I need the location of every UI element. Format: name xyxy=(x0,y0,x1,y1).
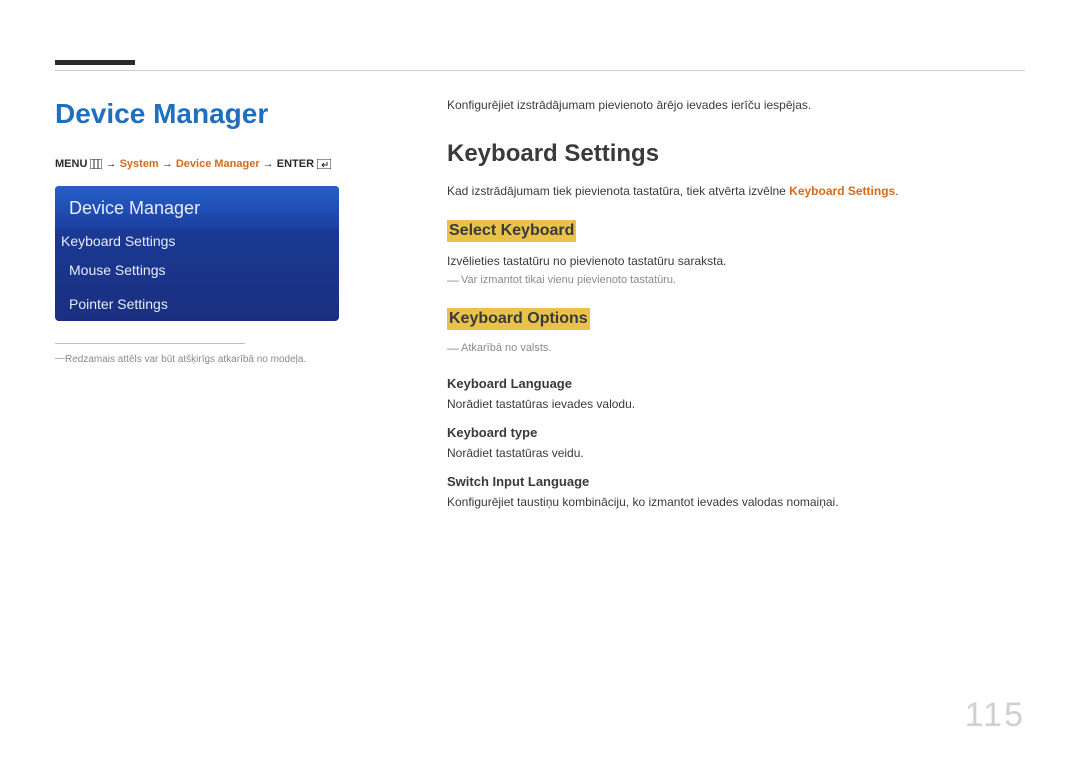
keyboard-options-heading: Keyboard Options xyxy=(447,308,590,330)
content-columns: Device Manager MENU → System → Device Ma… xyxy=(55,98,1025,509)
menu-item-mouse-settings[interactable]: Mouse Settings xyxy=(55,253,339,287)
device-manager-panel: Device Manager Keyboard Settings Mouse S… xyxy=(55,186,339,321)
keyboard-type-heading: Keyboard type xyxy=(447,425,1025,440)
desc-keyword: Keyboard Settings xyxy=(789,184,895,198)
keyboard-settings-heading: Keyboard Settings xyxy=(447,140,1025,168)
keyboard-language-heading: Keyboard Language xyxy=(447,376,1025,391)
keyboard-language-desc: Norādiet tastatūras ievades valodu. xyxy=(447,397,1025,411)
keyboard-options-section: Keyboard Options Atkarībā no valsts. Key… xyxy=(447,308,1025,509)
panel-header: Device Manager xyxy=(55,186,339,229)
footnote-rule xyxy=(55,343,245,344)
breadcrumb: MENU → System → Device Manager → ENTER xyxy=(55,158,395,172)
manual-page: Device Manager MENU → System → Device Ma… xyxy=(0,0,1080,763)
page-number: 115 xyxy=(965,696,1025,735)
switch-input-language-desc: Konfigurējiet taustiņu kombināciju, ko i… xyxy=(447,495,1025,509)
breadcrumb-system: System xyxy=(120,158,159,170)
select-keyboard-note: Var izmantot tikai vienu pievienoto tast… xyxy=(447,274,1025,286)
breadcrumb-enter: ENTER xyxy=(277,158,314,170)
menu-item-label: Pointer Settings xyxy=(69,296,168,312)
menu-item-label: Mouse Settings xyxy=(69,262,166,278)
menu-item-pointer-settings[interactable]: Pointer Settings xyxy=(55,287,339,321)
menu-item-label: Keyboard Settings xyxy=(61,233,333,249)
model-disclaimer-footnote: Redzamais attēls var būt atšķirīgs atkar… xyxy=(55,354,395,365)
page-title: Device Manager xyxy=(55,98,395,130)
breadcrumb-arrow: → xyxy=(106,158,117,170)
keyboard-options-note: Atkarībā no valsts. xyxy=(447,342,1025,354)
breadcrumb-arrow: → xyxy=(263,158,274,170)
enter-icon xyxy=(317,159,331,172)
breadcrumb-arrow: → xyxy=(162,158,173,170)
right-column: Konfigurējiet izstrādājumam pievienoto ā… xyxy=(395,98,1025,509)
keyboard-settings-desc: Kad izstrādājumam tiek pievienota tastat… xyxy=(447,184,1025,198)
desc-pre: Kad izstrādājumam tiek pievienota tastat… xyxy=(447,184,789,198)
menu-item-keyboard-settings[interactable]: Keyboard Settings xyxy=(55,229,339,253)
left-column: Device Manager MENU → System → Device Ma… xyxy=(55,98,395,509)
select-keyboard-heading: Select Keyboard xyxy=(447,220,576,242)
intro-text: Konfigurējiet izstrādājumam pievienoto ā… xyxy=(447,98,1025,112)
desc-post: . xyxy=(895,184,898,198)
header-rule xyxy=(55,70,1025,71)
switch-input-language-heading: Switch Input Language xyxy=(447,474,1025,489)
select-keyboard-desc: Izvēlieties tastatūru no pievienoto tast… xyxy=(447,254,1025,268)
select-keyboard-section: Select Keyboard Izvēlieties tastatūru no… xyxy=(447,220,1025,286)
header-accent-bar xyxy=(55,60,135,65)
breadcrumb-menu: MENU xyxy=(55,158,87,170)
breadcrumb-device-manager: Device Manager xyxy=(176,158,260,170)
keyboard-type-desc: Norādiet tastatūras veidu. xyxy=(447,446,1025,460)
menu-grid-icon xyxy=(90,159,102,172)
